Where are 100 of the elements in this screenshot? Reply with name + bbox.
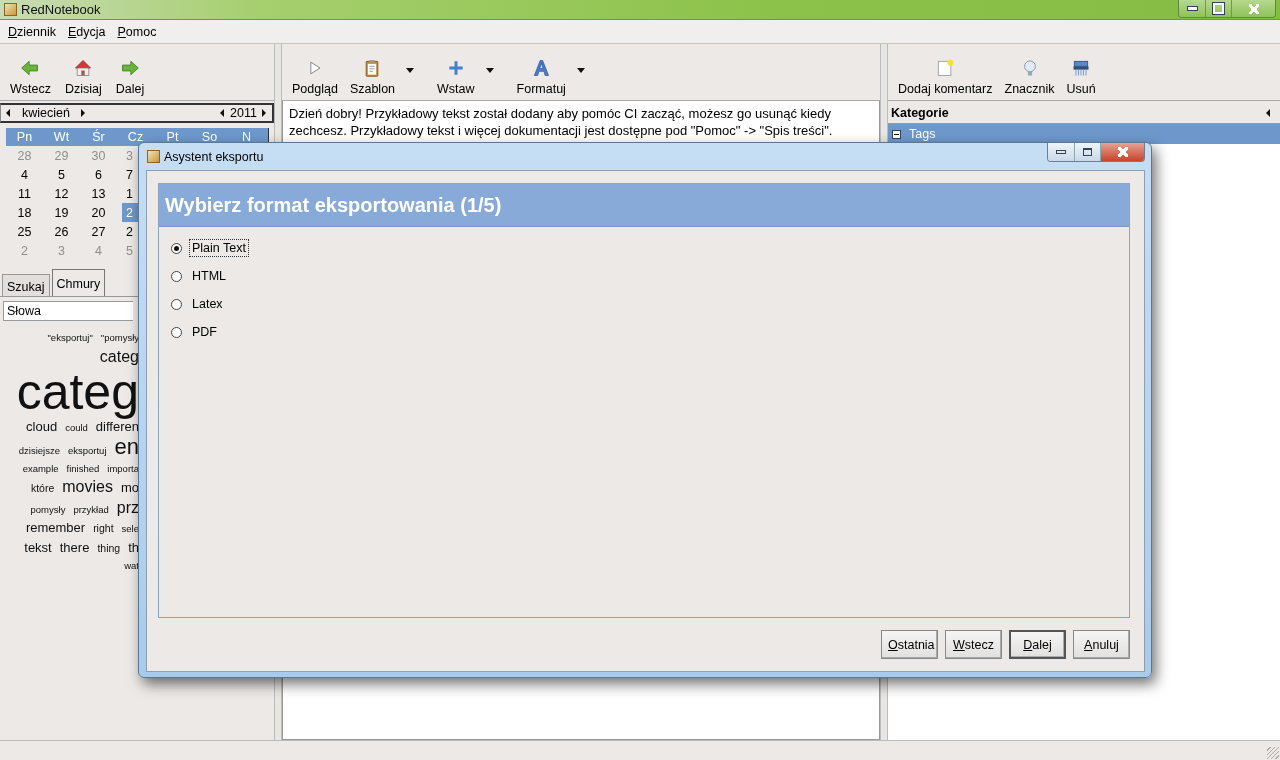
maximize-button[interactable] [1074,143,1100,161]
restore-button[interactable] [1205,0,1231,17]
cloud-word[interactable]: categ [99,346,139,367]
option-label[interactable]: Plain Text [189,239,249,257]
calendar-day[interactable]: 20 [80,203,117,222]
tab[interactable]: Szukaj [2,274,50,296]
cloud-word[interactable]: en [114,436,139,458]
cloud-word[interactable]: sele [121,520,139,538]
calendar-day[interactable]: 27 [80,222,117,241]
category-title: Kategorie [891,105,950,120]
calendar-day[interactable]: 4 [6,165,43,184]
toolbar-button[interactable]: Formatuj [512,58,570,96]
weekday-label: Pt [165,130,180,144]
cloud-word[interactable]: tekst [24,537,52,557]
toolbar-button[interactable]: Dalej [109,58,151,96]
cloud-word[interactable]: th [128,537,139,557]
minimize-button[interactable] [1048,143,1074,161]
cloud-word[interactable]: could [65,418,88,436]
dialog-button[interactable]: Wstecz [945,630,1002,659]
dialog-button[interactable]: Anuluj [1073,630,1130,659]
calendar-day[interactable]: 5 [43,165,80,184]
calendar-day[interactable]: 6 [80,165,117,184]
weekday-label: Wt [52,130,71,144]
notebook-icon [147,150,160,163]
cloud-word[interactable]: finished [66,459,100,477]
dialog-title: Asystent eksportu [164,149,265,164]
filter-field[interactable]: Słowa [3,301,133,321]
menu-item[interactable]: Edycja [61,22,112,41]
radio-button[interactable] [171,326,182,338]
right-arrow-icon [120,58,141,78]
close-button[interactable] [1100,143,1144,161]
minimize-button[interactable] [1179,0,1205,17]
radio-button[interactable] [171,298,182,310]
calendar-day[interactable]: 2 [117,222,154,241]
calendar-day[interactable]: 12 [43,184,80,203]
cloud-word[interactable]: "pomysły [100,329,139,347]
calendar-day[interactable]: 13 [80,184,117,203]
note-icon [935,58,956,78]
calendar-day[interactable]: 11 [6,184,43,203]
previous-month-button[interactable] [6,109,10,117]
cloud-word[interactable]: "eksportuj" [47,329,93,347]
cloud-word[interactable]: cloud [26,416,58,436]
cloud-word[interactable]: wat [124,557,139,575]
calendar-day[interactable]: 1 [117,184,154,203]
toolbar-button[interactable]: Znacznik [1000,58,1059,96]
cloud-word[interactable]: eksportuj [67,442,107,460]
cloud-word[interactable]: mo [120,478,139,497]
cloud-word[interactable]: thing [97,538,121,557]
toolbar-button[interactable]: Wstaw [433,58,479,96]
cloud-word[interactable]: przykład [73,500,109,518]
month-label: kwiecień [22,106,70,120]
toolbar-button[interactable]: Usuń [1062,58,1100,96]
collapse-arrow-icon [1266,108,1270,117]
calendar-day[interactable]: 25 [6,222,43,241]
collapse-icon[interactable] [892,129,901,139]
toolbar-button[interactable]: Szablon [345,58,400,96]
cloud-word[interactable]: there [59,537,90,557]
radio-button[interactable] [171,270,182,282]
menu-item[interactable]: Dziennik [2,22,62,41]
cloud-word[interactable]: right [93,519,114,538]
window-title: RedNotebook [21,2,102,17]
option-label[interactable]: HTML [189,267,230,285]
left-arrow-icon [20,58,41,78]
menu-item[interactable]: Pomoc [111,22,163,41]
house-icon [73,58,94,78]
option-label[interactable]: Latex [189,295,226,313]
tab[interactable]: Chmury [51,269,106,296]
previous-year-button[interactable] [220,109,225,117]
year-label: 2011 [230,106,257,120]
cloud-word[interactable]: example [22,459,59,477]
weekday-label: Cz [126,130,145,144]
cloud-word[interactable]: które [30,479,55,498]
tree-label: Tags [909,127,936,141]
radio-button[interactable] [171,242,182,254]
cloud-word[interactable]: remember [25,518,86,537]
cloud-word[interactable]: pomysły [30,500,66,518]
option-label[interactable]: PDF [189,323,220,341]
dialog-button[interactable]: Ostatnia [881,630,938,659]
shredder-icon [1071,58,1092,78]
cloud-word[interactable]: importa [107,459,139,477]
cloud-word[interactable]: movies [62,477,113,497]
next-month-button[interactable] [80,109,85,117]
weekday-label: N [241,130,252,144]
toolbar-button[interactable]: Dodaj komentarz [894,58,997,96]
toolbar-button[interactable]: Wstecz [4,58,57,96]
wizard-heading: Wybierz format eksportowania (1/5) [159,184,1129,227]
cloud-word[interactable]: categ [16,366,139,417]
weekday-label: Pn [15,130,34,144]
editor-text: Dzień dobry! Przykładowy tekst został dodany aby pomóc CI zacząć, możesz go usunąć kiedy zechcesz. Przykładowy tekst i więcej dokumentacji jest dostępne pod "Pomoc" -> "Spis treści". [289,105,834,139]
cloud-word[interactable]: dzisiejsze [18,442,60,460]
next-year-button[interactable] [262,109,266,117]
calendar-day[interactable]: 26 [43,222,80,241]
notebook-icon [4,3,17,16]
calendar-day[interactable]: 18 [6,203,43,222]
toolbar-button[interactable]: Dzisiaj [59,58,108,96]
toolbar-button[interactable]: Podgląd [288,58,342,96]
calendar-day[interactable]: 19 [43,203,80,222]
cloud-word[interactable]: prz [116,497,139,518]
dialog-button[interactable]: Dalej [1009,630,1066,659]
calendar-day[interactable]: 7 [117,165,154,184]
